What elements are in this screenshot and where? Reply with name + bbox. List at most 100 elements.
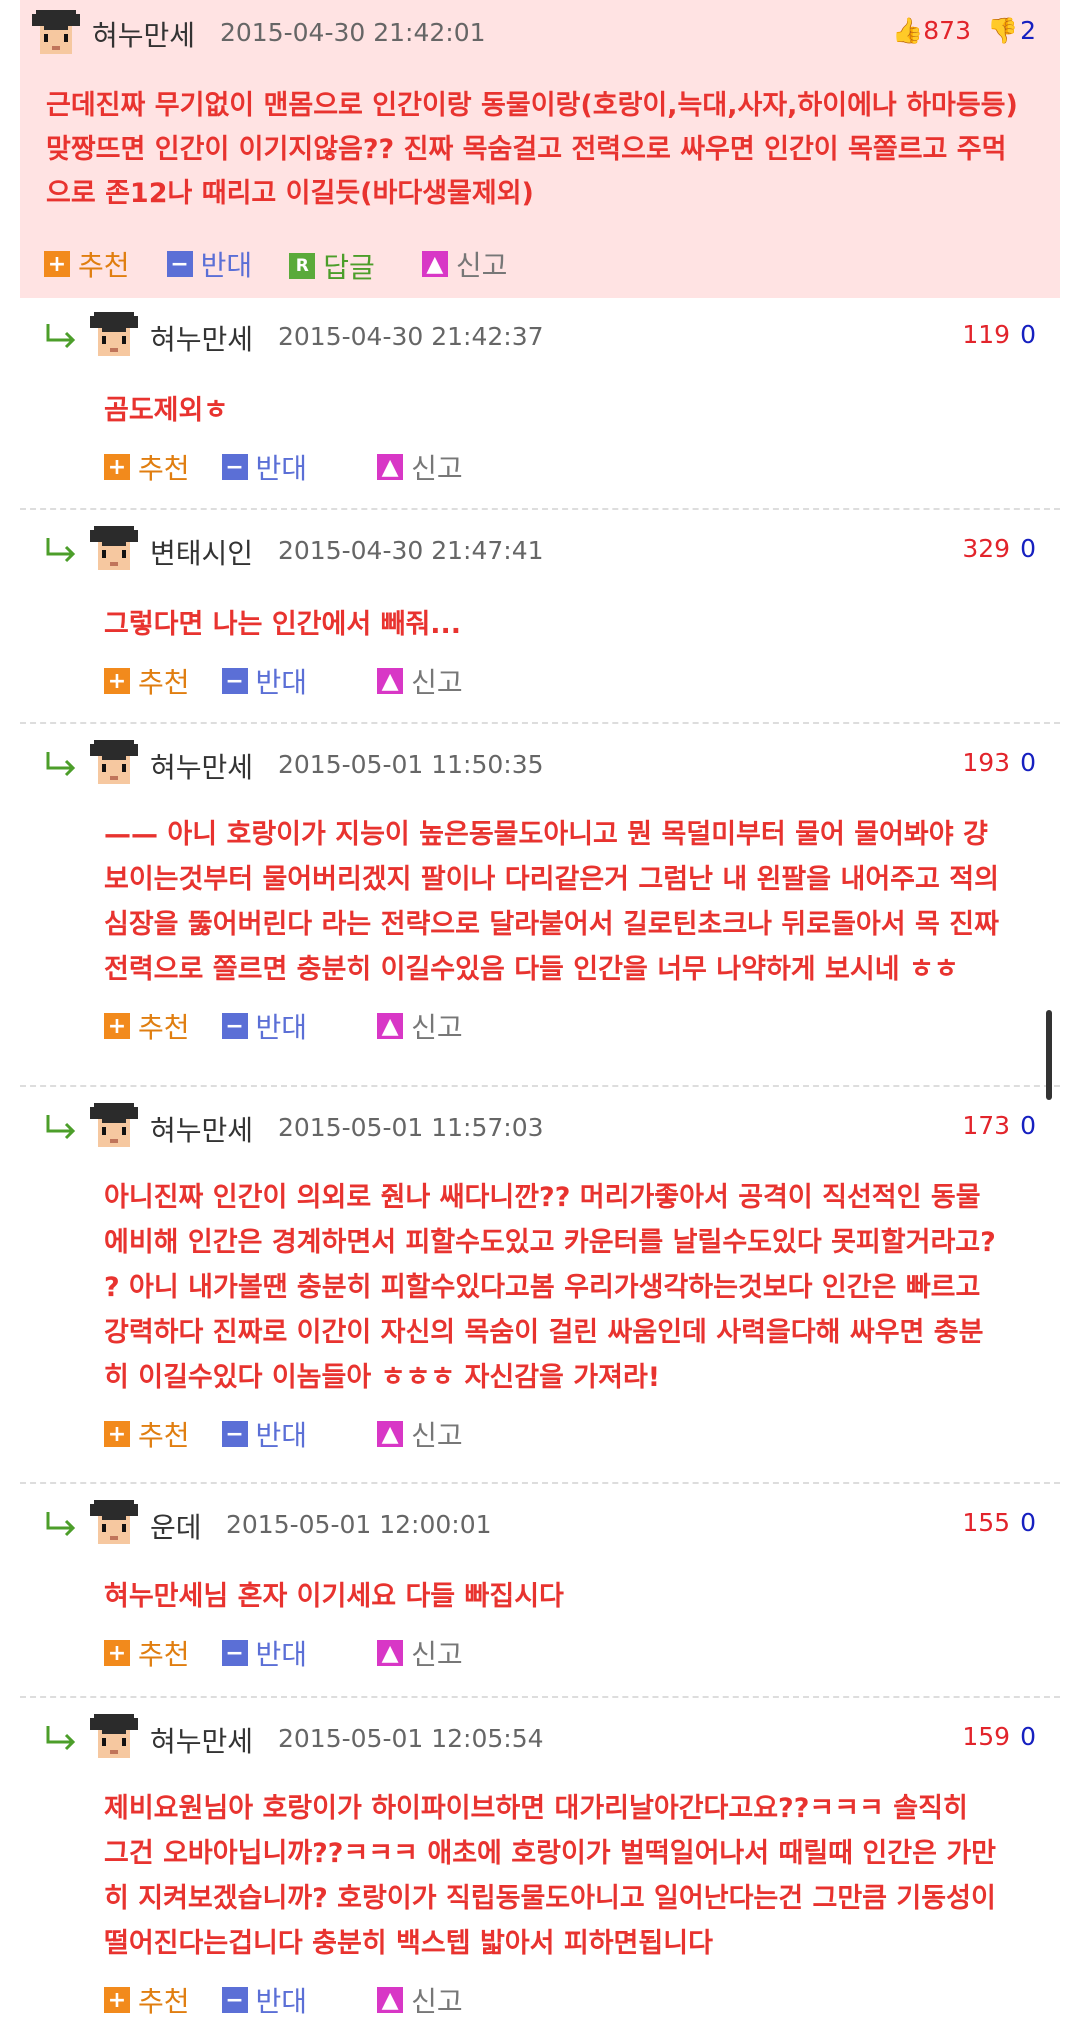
reply-body: 곰도제외ㅎ bbox=[104, 395, 229, 426]
plus-icon: + bbox=[104, 1640, 130, 1666]
avatar[interactable] bbox=[90, 740, 138, 788]
author-name[interactable]: 변태시인 bbox=[150, 532, 253, 572]
downvote-count: 0 bbox=[1020, 534, 1036, 563]
minus-icon: − bbox=[221, 1013, 248, 1039]
report-button[interactable]: ▲ 신고 bbox=[377, 1633, 463, 1673]
author-name[interactable]: 혀누만세 bbox=[150, 746, 253, 786]
report-button[interactable]: ▲ 신고 bbox=[377, 661, 463, 701]
recommend-button[interactable]: + 추천 bbox=[44, 244, 130, 284]
siren-icon: ▲ bbox=[377, 668, 404, 694]
author-name[interactable]: 운데 bbox=[150, 1506, 202, 1546]
reply-arrow-icon bbox=[46, 1115, 76, 1140]
author-name[interactable]: 혀누만세 bbox=[92, 14, 195, 54]
avatar[interactable] bbox=[90, 1103, 138, 1151]
reply-date: 2015-04-30 21:42:37 bbox=[278, 322, 544, 351]
reply-date: 2015-05-01 12:05:54 bbox=[278, 1724, 544, 1753]
minus-icon: − bbox=[221, 454, 248, 480]
divider bbox=[20, 1696, 1060, 1698]
avatar[interactable] bbox=[90, 1714, 138, 1762]
oppose-button[interactable]: − 반대 bbox=[221, 661, 307, 701]
oppose-button[interactable]: − 반대 bbox=[221, 1414, 307, 1454]
reply-body: 혀누만세님 혼자 이기세요 다들 빠집시다 bbox=[104, 1581, 564, 1612]
author-name[interactable]: 혀누만세 bbox=[150, 1109, 253, 1149]
downvote-count: 0 bbox=[1020, 1508, 1036, 1537]
avatar[interactable] bbox=[90, 312, 138, 360]
upvote-count: 159 bbox=[962, 1722, 1011, 1751]
downvote-count: 0 bbox=[1020, 748, 1036, 777]
oppose-button[interactable]: − 반대 bbox=[221, 447, 307, 487]
reply-arrow-icon bbox=[46, 1726, 76, 1751]
report-button[interactable]: ▲ 신고 bbox=[421, 244, 507, 284]
reply-actions: + 추천 − 반대 ▲ 신고 bbox=[104, 1633, 495, 1671]
report-button[interactable]: ▲ 신고 bbox=[377, 1006, 463, 1046]
siren-icon: ▲ bbox=[421, 251, 448, 277]
recommend-button[interactable]: + 추천 bbox=[104, 1980, 190, 2020]
vote-counts: 155 0 bbox=[962, 1508, 1036, 1537]
report-button[interactable]: ▲ 신고 bbox=[377, 447, 463, 487]
upvote-count: 329 bbox=[962, 534, 1011, 563]
minus-icon: − bbox=[221, 1640, 248, 1666]
siren-icon: ▲ bbox=[377, 1421, 404, 1447]
recommend-button[interactable]: + 추천 bbox=[104, 661, 190, 701]
recommend-button[interactable]: + 추천 bbox=[104, 447, 190, 487]
recommend-button[interactable]: + 추천 bbox=[104, 1006, 190, 1046]
vote-counts: 173 0 bbox=[962, 1111, 1036, 1140]
divider bbox=[20, 1085, 1060, 1087]
divider bbox=[20, 1482, 1060, 1484]
post-actions: + 추천 − 반대 R 답글 ▲ 신고 bbox=[44, 244, 539, 284]
reply-body: 제비요원님아 호랑이가 하이파이브하면 대가리날아간다고요??ㅋㅋㅋ 솔직히 그… bbox=[104, 1793, 997, 1959]
reply-icon: R bbox=[289, 252, 316, 279]
siren-icon: ▲ bbox=[377, 1640, 404, 1666]
minus-icon: − bbox=[166, 251, 193, 277]
oppose-button[interactable]: − 반대 bbox=[221, 1006, 307, 1046]
siren-icon: ▲ bbox=[377, 1013, 404, 1039]
recommend-button[interactable]: + 추천 bbox=[104, 1633, 190, 1673]
main-post: 혀누만세 2015-04-30 21:42:01 👍873 👎2 근데진짜 무기… bbox=[20, 0, 1060, 298]
thumbs-up-icon: 👍 bbox=[892, 16, 924, 45]
vote-counts: 119 0 bbox=[962, 320, 1036, 349]
reply-actions: + 추천 − 반대 ▲ 신고 bbox=[104, 1006, 495, 1044]
report-button[interactable]: ▲ 신고 bbox=[377, 1414, 463, 1454]
divider bbox=[20, 508, 1060, 510]
oppose-button[interactable]: − 반대 bbox=[221, 1633, 307, 1673]
reply-arrow-icon bbox=[46, 1512, 76, 1537]
siren-icon: ▲ bbox=[377, 454, 404, 480]
downvote-count: 0 bbox=[1020, 320, 1036, 349]
downvote-count: 0 bbox=[1020, 1111, 1036, 1140]
reply-arrow-icon bbox=[46, 324, 76, 349]
reply-date: 2015-05-01 11:57:03 bbox=[278, 1113, 544, 1142]
author-name[interactable]: 혀누만세 bbox=[150, 318, 253, 358]
author-name[interactable]: 혀누만세 bbox=[150, 1720, 253, 1760]
vote-counts: 👍873 👎2 bbox=[892, 16, 1036, 46]
post-body: 근데진짜 무기없이 맨몸으로 인간이랑 동물이랑(호랑이,늑대,사자,하이에나 … bbox=[46, 90, 1018, 209]
vote-counts: 159 0 bbox=[962, 1722, 1036, 1751]
downvote-count: 0 bbox=[1020, 1722, 1036, 1751]
oppose-button[interactable]: − 반대 bbox=[221, 1980, 307, 2020]
avatar[interactable] bbox=[90, 1500, 138, 1548]
reply-button[interactable]: R 답글 bbox=[289, 246, 375, 286]
scrollbar[interactable] bbox=[1046, 1010, 1052, 1100]
report-button[interactable]: ▲ 신고 bbox=[377, 1980, 463, 2020]
reply-arrow-icon bbox=[46, 538, 76, 563]
reply-actions: + 추천 − 반대 ▲ 신고 bbox=[104, 447, 495, 485]
oppose-button[interactable]: − 반대 bbox=[166, 244, 252, 284]
reply-date: 2015-05-01 12:00:01 bbox=[226, 1510, 492, 1539]
plus-icon: + bbox=[104, 1987, 130, 2013]
upvote-count: 155 bbox=[962, 1508, 1011, 1537]
minus-icon: − bbox=[221, 1421, 248, 1447]
avatar[interactable] bbox=[32, 10, 80, 58]
plus-icon: + bbox=[44, 251, 70, 277]
downvote-count: 2 bbox=[1020, 16, 1036, 45]
vote-counts: 193 0 bbox=[962, 748, 1036, 777]
plus-icon: + bbox=[104, 668, 130, 694]
reply-date: 2015-04-30 21:47:41 bbox=[278, 536, 544, 565]
minus-icon: − bbox=[221, 1987, 248, 2013]
avatar[interactable] bbox=[90, 526, 138, 574]
reply-body: 아니진짜 인간이 의외로 줜나 쌔다니깐?? 머리가좋아서 공격이 직선적인 동… bbox=[104, 1182, 996, 1393]
recommend-button[interactable]: + 추천 bbox=[104, 1414, 190, 1454]
reply-actions: + 추천 − 반대 ▲ 신고 bbox=[104, 1414, 495, 1452]
thumbs-down-icon: 👎 bbox=[986, 16, 1019, 45]
divider bbox=[20, 722, 1060, 724]
upvote-count: 119 bbox=[962, 320, 1011, 349]
siren-icon: ▲ bbox=[377, 1987, 404, 2013]
